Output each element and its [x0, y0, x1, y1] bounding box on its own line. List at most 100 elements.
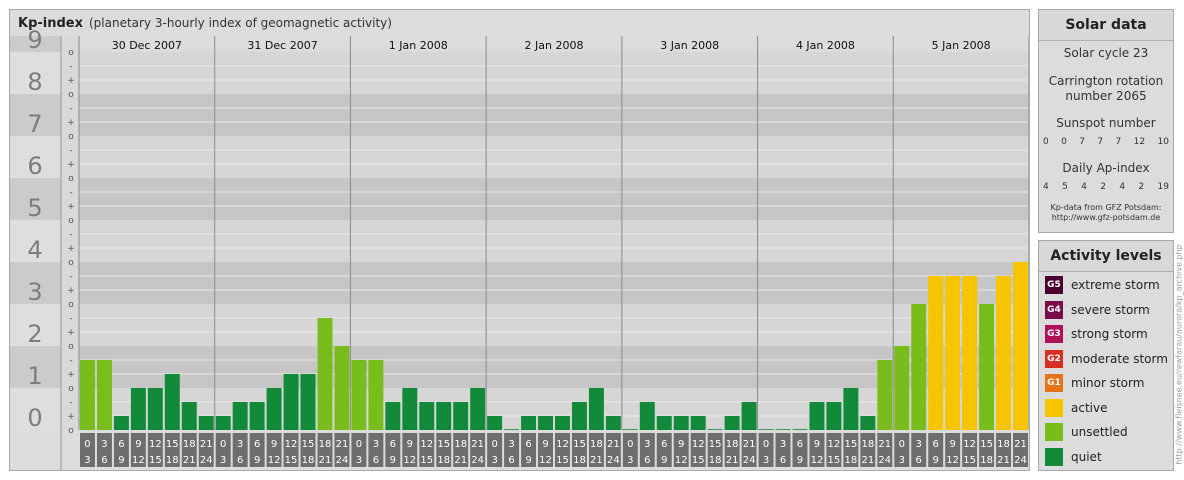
kp-bar-24 — [487, 416, 503, 430]
hour-end-label: 9 — [797, 455, 803, 466]
hour-end-label: 12 — [403, 455, 416, 466]
sunspot-value-3: 7 — [1097, 137, 1104, 147]
hour-start-label: 15 — [980, 439, 993, 450]
kp-bar-37 — [707, 429, 723, 430]
kp-bar-53 — [979, 304, 995, 430]
hour-end-label: 9 — [525, 455, 531, 466]
hour-end-label: 15 — [963, 455, 976, 466]
kp-bar-18 — [385, 401, 401, 430]
hour-end-label: 9 — [661, 455, 667, 466]
kp-bar-1 — [96, 359, 112, 430]
kp-chart-panel: Kp-index (planetary 3-hourly index of geo… — [9, 9, 1030, 471]
kp-bar-44 — [826, 401, 842, 430]
hour-end-label: 3 — [491, 455, 497, 466]
hour-start-label: 15 — [166, 439, 179, 450]
subtick-label: o — [68, 174, 74, 184]
hour-start-label: 21 — [607, 439, 620, 450]
kp-bar-11 — [266, 388, 282, 430]
kp-band-2 — [79, 304, 1029, 346]
activity-level-label: moderate storm — [1071, 351, 1168, 366]
hour-end-label: 6 — [237, 455, 243, 466]
hour-end-label: 12 — [811, 455, 824, 466]
hour-start-label: 15 — [709, 439, 722, 450]
kp-bar-5 — [164, 374, 180, 430]
kp-bar-38 — [724, 416, 740, 430]
kp-bar-15 — [334, 346, 350, 430]
hour-end-label: 15 — [828, 455, 841, 466]
carrington-rotation-line1: Carrington rotation — [1048, 74, 1164, 88]
kp-bar-17 — [368, 359, 384, 430]
kp-bar-52 — [962, 275, 978, 430]
hour-end-label: 18 — [437, 455, 450, 466]
kp-bar-39 — [741, 401, 757, 430]
hour-start-label: 0 — [763, 439, 769, 450]
ap-value-5: 2 — [1138, 182, 1145, 192]
hour-start-label: 21 — [878, 439, 891, 450]
hour-start-label: 3 — [644, 439, 650, 450]
kp-bar-10 — [249, 401, 265, 430]
hour-start-label: 15 — [302, 439, 315, 450]
hour-start-label: 21 — [200, 439, 213, 450]
ap-value-3: 2 — [1100, 182, 1106, 192]
hour-start-label: 21 — [1014, 439, 1027, 450]
subtick-label: + — [67, 370, 75, 380]
kp-bar-35 — [673, 416, 689, 430]
hour-end-label: 24 — [607, 455, 620, 466]
activity-level-label: extreme storm — [1071, 278, 1160, 292]
hour-end-label: 18 — [709, 455, 722, 466]
kp-bar-25 — [504, 429, 520, 430]
kp-bar-26 — [521, 416, 537, 430]
subtick-label: o — [68, 342, 74, 352]
kp-bar-28 — [555, 416, 570, 430]
carrington-rotation-line2: number 2065 — [1065, 89, 1147, 103]
hour-start-label: 12 — [556, 439, 569, 450]
hour-end-label: 18 — [980, 455, 993, 466]
kp-bar-21 — [436, 401, 452, 430]
hour-end-label: 21 — [997, 455, 1010, 466]
hour-start-label: 15 — [573, 439, 586, 450]
subtick-label: - — [69, 398, 72, 408]
corner-fill — [10, 430, 79, 470]
hour-end-label: 3 — [220, 455, 226, 466]
day-label: 3 Jan 2008 — [660, 39, 719, 52]
subtick-label: + — [67, 118, 75, 128]
subtick-label: + — [67, 202, 75, 212]
hour-start-label: 6 — [118, 439, 124, 450]
hour-end-label: 6 — [101, 455, 107, 466]
solar-data-title: Solar data — [1039, 10, 1173, 41]
kp-bar-22 — [453, 401, 469, 430]
kp-band-4 — [79, 220, 1029, 262]
hour-start-label: 12 — [963, 439, 976, 450]
sunspot-value-1: 0 — [1061, 137, 1067, 147]
hour-end-label: 6 — [916, 455, 922, 466]
activity-level-swatch: G3 — [1045, 325, 1063, 343]
hour-start-label: 12 — [149, 439, 162, 450]
ap-value-2: 4 — [1081, 182, 1087, 192]
hour-start-label: 0 — [356, 439, 362, 450]
sunspot-value-4: 7 — [1115, 137, 1122, 147]
kp-band-3 — [79, 262, 1029, 304]
data-source-line2: http://www.gfz-potsdam.de — [1051, 213, 1161, 222]
hour-start-label: 6 — [525, 439, 531, 450]
hour-end-label: 6 — [508, 455, 514, 466]
hour-end-label: 9 — [254, 455, 260, 466]
hour-start-label: 15 — [437, 439, 450, 450]
hour-start-label: 12 — [285, 439, 298, 450]
activity-level-swatch: G1 — [1045, 374, 1063, 392]
hour-start-label: 0 — [491, 439, 497, 450]
hour-start-label: 18 — [861, 439, 874, 450]
kp-band-8 — [79, 52, 1029, 94]
hour-end-label: 24 — [878, 455, 891, 466]
kp-bar-48 — [894, 346, 910, 430]
hour-start-label: 9 — [407, 439, 413, 450]
day-label: 30 Dec 2007 — [112, 39, 182, 52]
activity-level-label: active — [1071, 400, 1108, 415]
hour-end-label: 12 — [268, 455, 281, 466]
kp-band-5 — [79, 178, 1029, 220]
subtick-label: + — [67, 286, 75, 296]
ap-value-1: 5 — [1062, 182, 1068, 192]
subtick-label: - — [69, 188, 72, 198]
hour-end-label: 9 — [933, 455, 939, 466]
hour-end-label: 18 — [845, 455, 858, 466]
ap-value-0: 4 — [1043, 182, 1049, 192]
